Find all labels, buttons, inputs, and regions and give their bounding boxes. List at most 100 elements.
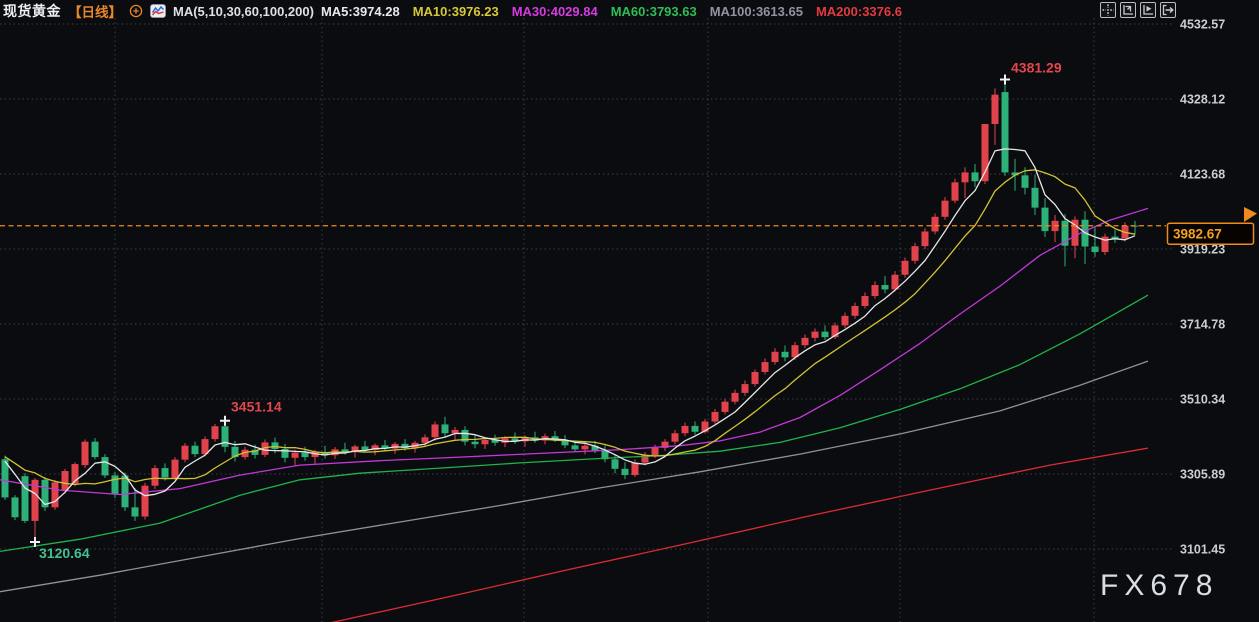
candle-body — [802, 338, 809, 345]
price-tag-label: 3982.67 — [1173, 227, 1222, 242]
candle-body — [932, 217, 939, 232]
candle-body — [672, 433, 679, 441]
symbol-title: 现货黄金 — [3, 1, 61, 21]
export-right-icon[interactable] — [1160, 2, 1176, 18]
price-annotation: 4381.29 — [1011, 59, 1062, 75]
ma30-line — [0, 208, 1148, 494]
candle-body — [692, 426, 699, 432]
crosshair-move-icon[interactable] — [1100, 2, 1116, 18]
candle-body — [482, 440, 489, 444]
ma10-line — [5, 170, 1135, 485]
candle-body — [882, 285, 889, 289]
candle-body — [62, 471, 69, 491]
candle-body — [612, 459, 619, 469]
candle-body — [1002, 92, 1009, 172]
candle-body — [942, 201, 949, 217]
candle-body — [712, 412, 719, 422]
candle-body — [102, 457, 109, 475]
candle-body — [852, 306, 859, 316]
ma-legend-item: MA30:4029.84 — [512, 4, 598, 19]
y-axis-label: 4123.68 — [1180, 167, 1225, 181]
candle-body — [342, 449, 349, 451]
candle-body — [572, 445, 579, 449]
candle-body — [92, 442, 99, 457]
candle-body — [972, 172, 979, 181]
candle-body — [222, 426, 229, 447]
candle-body — [182, 446, 189, 460]
ma-legend-item: MA200:3376.6 — [816, 4, 902, 19]
candle-body — [922, 231, 929, 246]
ma60-line — [0, 295, 1148, 551]
candle-body — [1022, 175, 1029, 187]
y-axis-label: 3101.45 — [1180, 542, 1225, 556]
candle-body — [722, 402, 729, 412]
candle-body — [152, 468, 159, 486]
price-annotation: 3451.14 — [231, 399, 282, 415]
y-axis-label: 3305.89 — [1180, 467, 1225, 481]
candle-body — [752, 372, 759, 384]
candle-body — [422, 437, 429, 443]
candle-body — [742, 384, 749, 393]
candle-body — [112, 475, 119, 493]
candle-body — [52, 482, 59, 507]
chart-canvas[interactable]: 4532.574328.124123.683919.233714.783510.… — [0, 0, 1259, 622]
candle-body — [822, 332, 829, 338]
candle-body — [652, 448, 659, 455]
candle-body — [12, 497, 19, 517]
candle-body — [132, 507, 139, 516]
chart-header: 现货黄金 【日线】 MA(5,10,30,60,100,200) MA5:397… — [3, 0, 904, 22]
candle-body — [812, 332, 819, 338]
price-flag-icon — [1244, 207, 1257, 222]
candle-body — [1092, 247, 1099, 253]
candle-body — [782, 352, 789, 358]
candle-body — [432, 424, 439, 437]
price-annotation: 3120.64 — [39, 545, 90, 561]
y-axis-label: 4328.12 — [1180, 93, 1225, 107]
timeframe-selector[interactable]: 【日线】 — [68, 1, 122, 21]
mini-chart-logo-icon — [150, 4, 166, 18]
candle-body — [22, 476, 29, 521]
chart-play-icon[interactable] — [1140, 2, 1156, 18]
candle-body — [292, 453, 299, 458]
candle-body — [452, 430, 459, 433]
ma-legend-item: MA60:3793.63 — [611, 4, 697, 19]
add-indicator-icon[interactable] — [129, 4, 143, 18]
candle-body — [902, 261, 909, 275]
candle-body — [442, 424, 449, 433]
ma-legend-item: MA10:3976.23 — [413, 4, 499, 19]
candle-body — [842, 316, 849, 326]
candle-body — [192, 446, 199, 454]
ma-legend-item: MA100:3613.65 — [710, 4, 803, 19]
candle-body — [992, 95, 999, 124]
y-axis-label: 3510.34 — [1180, 392, 1225, 406]
cross-marker — [1000, 74, 1010, 84]
ma-legend-item: MA5:3974.28 — [321, 4, 400, 19]
ma-parameters-label: MA(5,10,30,60,100,200) — [173, 4, 314, 19]
candle-body — [682, 426, 689, 433]
candle-body — [632, 463, 639, 475]
chart-axis-arrow-icon[interactable] — [1120, 2, 1136, 18]
candle-body — [772, 352, 779, 362]
ma5-line — [5, 149, 1135, 505]
candle-body — [962, 172, 969, 182]
candle-body — [472, 442, 479, 445]
y-axis-label: 3714.78 — [1180, 317, 1225, 331]
candle-body — [1032, 188, 1039, 208]
cross-marker — [220, 416, 230, 426]
candle-body — [302, 453, 309, 457]
watermark: FX678 — [1100, 569, 1218, 602]
candle-body — [122, 475, 129, 507]
candle-body — [912, 246, 919, 261]
candle-body — [272, 442, 279, 449]
y-axis-label: 4532.57 — [1180, 18, 1225, 32]
trading-chart-screen: 4532.574328.124123.683919.233714.783510.… — [0, 0, 1259, 622]
chart-toolbar — [1100, 2, 1176, 18]
candle-body — [172, 460, 179, 478]
candle-body — [952, 182, 959, 200]
candle-body — [162, 468, 169, 478]
candle-body — [1042, 208, 1049, 231]
candle-body — [212, 426, 219, 439]
candle-body — [732, 393, 739, 402]
candle-body — [862, 296, 869, 306]
ma-legend: MA5:3974.28 MA10:3976.23 MA30:4029.84 MA60:… — [321, 4, 904, 19]
